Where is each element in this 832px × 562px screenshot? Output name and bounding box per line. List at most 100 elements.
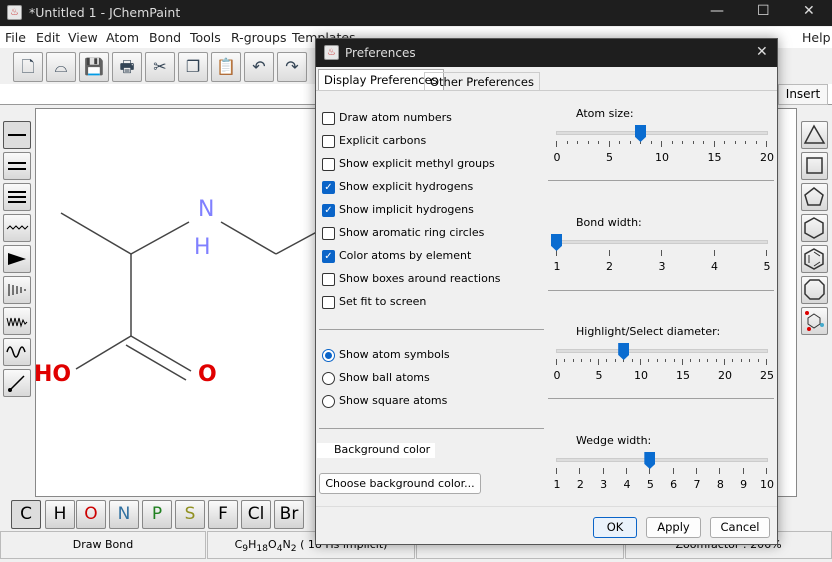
save-icon[interactable]: 💾 — [79, 52, 109, 82]
bond — [75, 335, 132, 370]
checkbox-box[interactable]: ✓ — [322, 203, 335, 217]
atom-h: H — [194, 235, 211, 260]
double-bond-tool[interactable] — [3, 152, 31, 180]
slider-thumb[interactable] — [635, 125, 646, 142]
element-cl-button[interactable]: Cl — [241, 500, 271, 529]
menu-atom[interactable]: Atom — [106, 30, 139, 45]
cancel-button[interactable]: Cancel — [710, 517, 770, 538]
checkbox-box[interactable] — [322, 157, 335, 171]
undefined-bond-tool[interactable] — [3, 214, 31, 242]
element-br-button[interactable]: Br — [274, 500, 304, 529]
slider-tick — [742, 468, 744, 474]
menu-tools[interactable]: Tools — [190, 30, 221, 45]
radio-show-ball-atoms[interactable]: Show ball atoms — [322, 371, 430, 387]
slider-tick — [682, 359, 683, 365]
hash-bond-tool[interactable] — [3, 276, 31, 304]
dialog-close-button[interactable]: ✕ — [756, 44, 768, 60]
square-ring-icon[interactable] — [801, 152, 828, 180]
checkbox-show-explicit-hydrogens[interactable]: ✓ Show explicit hydrogens — [322, 180, 473, 196]
checkbox-show-explicit-methyl-groups[interactable]: Show explicit methyl groups — [322, 157, 495, 173]
octagon-ring-icon[interactable] — [801, 276, 828, 304]
slider-thumb[interactable] — [644, 452, 656, 469]
element-n-button[interactable]: N — [109, 500, 139, 529]
triangle-ring-icon[interactable] — [801, 121, 828, 149]
radio-circle[interactable] — [322, 348, 335, 362]
slider-tick-label: 2 — [606, 260, 613, 273]
single-bond-tool[interactable] — [3, 121, 31, 149]
ok-button[interactable]: OK — [593, 517, 637, 538]
slider-tick-label: 20 — [718, 369, 732, 382]
slider-tick-label: 5 — [606, 151, 613, 164]
slider-tick — [732, 359, 734, 362]
checkbox-box[interactable] — [322, 272, 335, 286]
slider-tick — [577, 141, 578, 144]
close-button[interactable]: ✕ — [803, 3, 815, 19]
checkbox-explicit-carbons[interactable]: Explicit carbons — [322, 134, 426, 150]
slider-tick-label: 3 — [600, 478, 608, 491]
slider-track[interactable] — [556, 240, 768, 244]
minimize-button[interactable]: — — [710, 3, 724, 19]
checkbox-show-aromatic-ring-circles[interactable]: Show aromatic ring circles — [322, 226, 484, 242]
choose-background-color-button[interactable]: Choose background color... — [319, 473, 481, 494]
tab-other-preferences[interactable]: Other Preferences — [424, 72, 540, 90]
element-c-button[interactable]: C — [11, 500, 41, 529]
menu-file[interactable]: File — [5, 30, 26, 45]
menu-bond[interactable]: Bond — [149, 30, 181, 45]
open-icon[interactable]: ⌓ — [46, 52, 76, 82]
radio-show-square-atoms[interactable]: Show square atoms — [322, 394, 447, 410]
menu-view[interactable]: View — [68, 30, 98, 45]
checkbox-show-boxes-around-reactions[interactable]: Show boxes around reactions — [322, 272, 501, 288]
cut-icon[interactable]: ✂ — [145, 52, 175, 82]
new-icon[interactable]: 🗋 — [13, 52, 43, 82]
undo-icon[interactable]: ↶ — [244, 52, 274, 82]
checkbox-box[interactable] — [322, 111, 335, 125]
radio-circle[interactable] — [322, 394, 335, 408]
checkbox-show-implicit-hydrogens[interactable]: ✓ Show implicit hydrogens — [322, 203, 474, 219]
element-p-button[interactable]: P — [142, 500, 172, 529]
triple-bond-tool[interactable] — [3, 183, 31, 211]
checkbox-color-atoms-by-element[interactable]: ✓ Color atoms by element — [322, 249, 471, 265]
atom-o: O — [198, 362, 217, 387]
radio-show-atom-symbols[interactable]: Show atom symbols — [322, 348, 450, 364]
slider-label: Highlight/Select diameter: — [576, 325, 721, 338]
pentagon-ring-icon[interactable] — [801, 183, 828, 211]
wedge-bond-tool[interactable] — [3, 245, 31, 273]
template-molecule-icon[interactable] — [801, 307, 828, 335]
arrow-tool[interactable] — [3, 369, 31, 397]
hexagon-ring-icon[interactable] — [801, 214, 828, 242]
element-s-button[interactable]: S — [175, 500, 205, 529]
apply-button[interactable]: Apply — [646, 517, 701, 538]
checkbox-box[interactable] — [322, 134, 335, 148]
checkbox-set-fit-to-screen[interactable]: Set fit to screen — [322, 295, 426, 311]
paste-icon[interactable]: 📋 — [211, 52, 241, 82]
slider-track[interactable] — [556, 349, 768, 353]
element-f-button[interactable]: F — [208, 500, 238, 529]
slider-thumb[interactable] — [551, 234, 562, 251]
copy-icon[interactable]: ❐ — [178, 52, 208, 82]
zigzag-bond-tool[interactable] — [3, 307, 31, 335]
redo-icon[interactable]: ↷ — [277, 52, 307, 82]
checkbox-box[interactable]: ✓ — [322, 249, 335, 263]
element-o-button[interactable]: O — [76, 500, 106, 529]
slider-track[interactable] — [556, 458, 768, 462]
slider-tick — [619, 141, 620, 144]
menu-help[interactable]: Help — [802, 30, 831, 45]
checkbox-box[interactable] — [322, 295, 335, 309]
slider-track[interactable] — [556, 131, 768, 135]
slider-tick — [749, 359, 751, 362]
checkbox-draw-atom-numbers[interactable]: Draw atom numbers — [322, 111, 452, 127]
slider-thumb[interactable] — [618, 343, 630, 360]
checkbox-box[interactable]: ✓ — [322, 180, 335, 194]
menu-r-groups[interactable]: R-groups — [231, 30, 287, 45]
benzene-ring-icon[interactable] — [801, 245, 828, 273]
wavy-bond-tool[interactable] — [3, 338, 31, 366]
print-icon[interactable]: 🖶 — [112, 52, 142, 82]
menu-edit[interactable]: Edit — [36, 30, 60, 45]
insert-button[interactable]: Insert — [778, 84, 828, 105]
slider-tick — [572, 359, 574, 362]
checkbox-box[interactable] — [322, 226, 335, 240]
slider-label: Atom size: — [576, 107, 634, 120]
maximize-button[interactable]: ☐ — [757, 3, 770, 19]
radio-circle[interactable] — [322, 371, 335, 385]
element-h-button[interactable]: H — [45, 500, 75, 529]
